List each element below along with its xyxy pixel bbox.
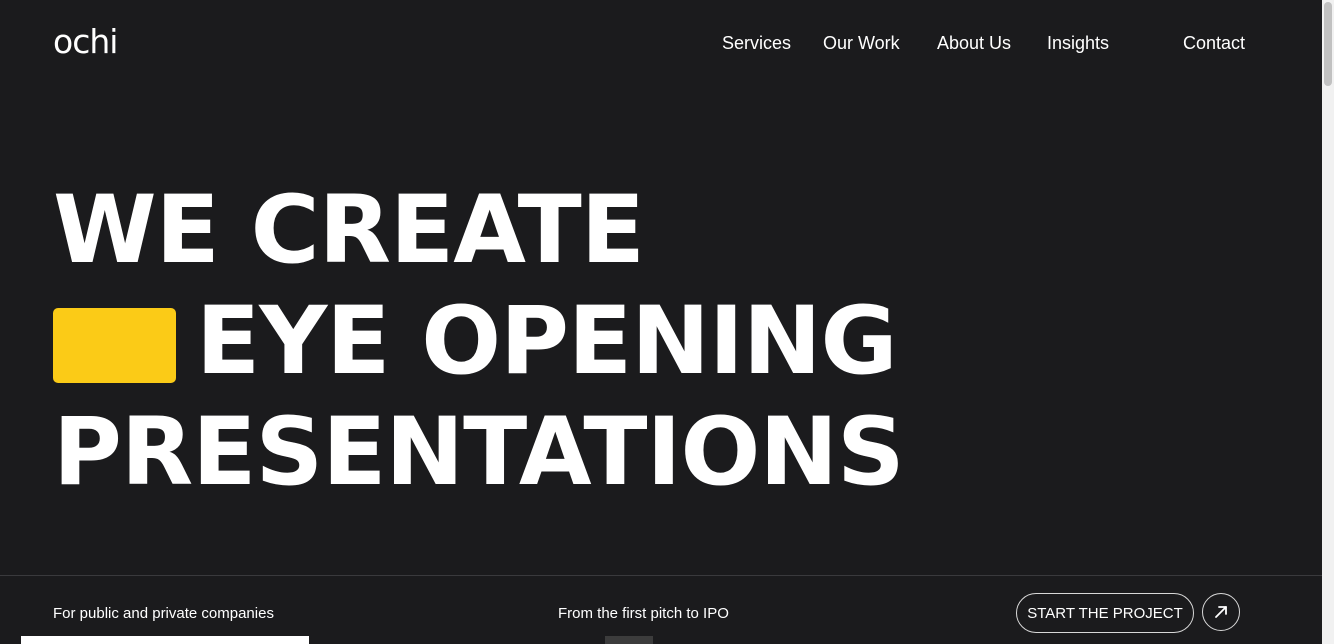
nav-link-insights[interactable]: Insights	[1047, 32, 1109, 54]
taskbar-fragment	[21, 636, 309, 644]
vertical-scrollbar[interactable]	[1322, 0, 1334, 644]
taskbar-fragment	[605, 636, 653, 644]
hero-heading-line-3: PRESENTATIONS	[53, 398, 905, 507]
arrow-up-right-icon[interactable]	[1202, 593, 1240, 631]
logo[interactable]: ochi	[53, 22, 118, 62]
scrollbar-thumb[interactable]	[1324, 2, 1332, 86]
hero-accent-block	[53, 308, 176, 383]
hero-heading-line-2: EYE OPENING	[196, 287, 898, 396]
tagline-middle: From the first pitch to IPO	[558, 605, 729, 622]
nav-link-services[interactable]: Services	[722, 32, 791, 54]
tagline-left: For public and private companies	[53, 605, 274, 622]
nav-link-contact[interactable]: Contact	[1183, 32, 1245, 54]
section-divider	[0, 575, 1322, 576]
nav-link-our-work[interactable]: Our Work	[823, 32, 900, 54]
hero-heading-line-1: WE CREATE	[53, 176, 645, 285]
start-project-button[interactable]: START THE PROJECT	[1016, 593, 1194, 633]
page: ochi Services Our Work About Us Insights…	[0, 0, 1322, 644]
nav-link-about-us[interactable]: About Us	[937, 32, 1011, 54]
